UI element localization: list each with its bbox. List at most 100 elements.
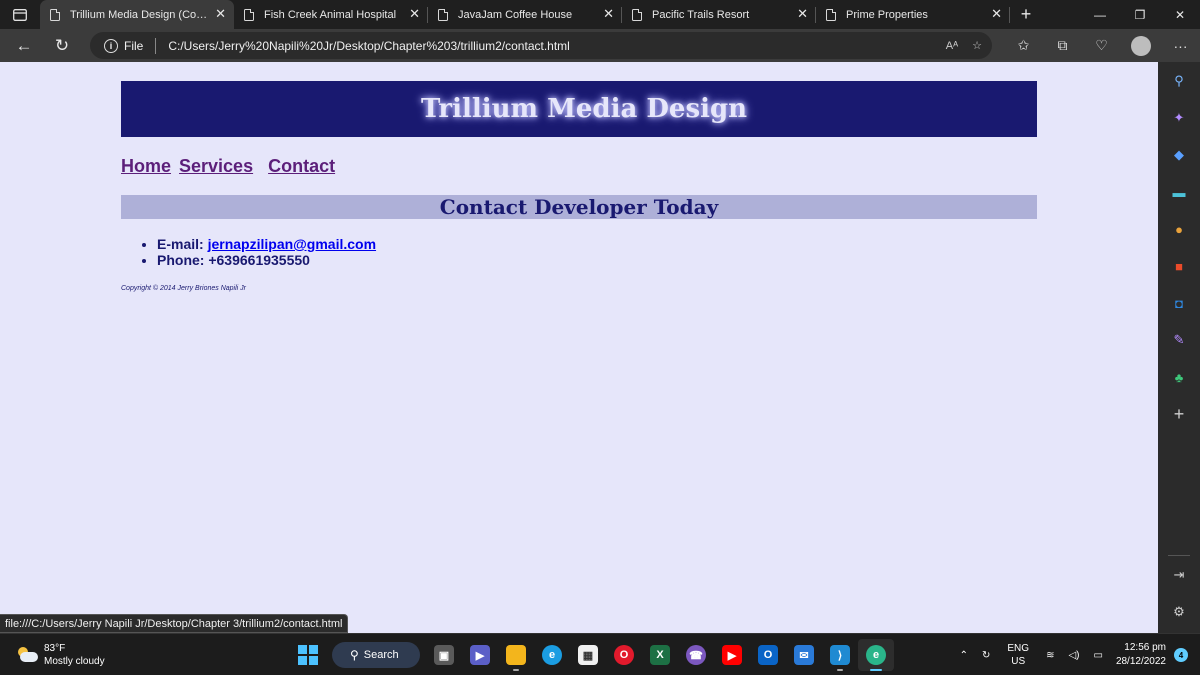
profile-avatar[interactable] [1131, 35, 1151, 56]
taskbar-apps: ⚲ Search ▣ ▶ e ▦ O X ☎ ▶ O ✉ ⟩ e [290, 639, 894, 671]
collections-icon: ⧉ [1057, 37, 1068, 53]
outlook-button[interactable]: O [750, 639, 786, 671]
edge-dev-icon: e [866, 645, 886, 665]
add-icon[interactable]: + [1171, 404, 1187, 424]
chevron-up-icon[interactable]: ⌃ [960, 650, 968, 661]
drop-icon[interactable]: ✎ [1171, 332, 1187, 348]
teams-chat-button[interactable]: ▶ [462, 639, 498, 671]
clock-time: 12:56 pm [1124, 642, 1166, 653]
tab-pacific-trails[interactable]: Pacific Trails Resort ✕ [622, 0, 816, 29]
clock-date: 28/12/2022 [1115, 656, 1166, 667]
close-tab-icon[interactable]: ✕ [603, 6, 614, 22]
search-icon: ⚲ [350, 648, 359, 662]
search-icon[interactable]: ⚲ [1171, 73, 1187, 89]
restore-button[interactable]: ❐ [1120, 0, 1160, 29]
toolbar-actions: ✩ ⧉ ♡ ··· [1004, 29, 1200, 62]
viber-icon: ☎ [686, 645, 706, 665]
close-tab-icon[interactable]: ✕ [797, 6, 808, 22]
nav-link-services[interactable]: Services [179, 156, 253, 180]
address-bar-actions: Aᴬ ☆ [946, 32, 982, 59]
task-view-button[interactable]: ▣ [426, 639, 462, 671]
vscode-button[interactable]: ⟩ [822, 639, 858, 671]
settings-icon[interactable]: ⚙ [1171, 604, 1187, 620]
page-icon [438, 8, 448, 21]
tab-label: Pacific Trails Resort [652, 8, 750, 21]
close-tab-icon[interactable]: ✕ [215, 6, 226, 22]
opera-button[interactable]: O [606, 639, 642, 671]
favorites-icon: ✩ [1017, 37, 1030, 53]
sidebar-divider [1168, 555, 1190, 556]
outlook-icon[interactable]: ◘ [1171, 295, 1187, 311]
url-text[interactable]: C:/Users/Jerry%20Napili%20Jr/Desktop/Cha… [168, 39, 569, 53]
plus-icon: + [1020, 4, 1032, 24]
edge-dev-button[interactable]: e [858, 639, 894, 671]
weather-temp: 83°F [44, 643, 66, 654]
list-item-phone: Phone: +639661935550 [157, 252, 1037, 268]
volume-icon[interactable]: ◁) [1068, 650, 1079, 661]
read-aloud-icon[interactable]: Aᴬ [946, 40, 958, 52]
search-label: Search [363, 649, 399, 661]
refresh-button[interactable]: ↻ [43, 29, 81, 62]
edge-button[interactable]: e [534, 639, 570, 671]
nav-link-home[interactable]: Home [121, 156, 171, 180]
settings-menu-button[interactable]: ··· [1161, 38, 1200, 54]
tab-label: Prime Properties [846, 8, 928, 21]
favorites-button[interactable]: ✩ [1004, 37, 1043, 54]
tab-fish-creek[interactable]: Fish Creek Animal Hospital ✕ [234, 0, 428, 29]
info-icon[interactable]: i [104, 38, 118, 53]
close-window-button[interactable]: ✕ [1160, 0, 1200, 29]
battery-icon[interactable]: ▭ [1093, 650, 1102, 661]
task-view-icon: ▣ [434, 645, 454, 665]
tab-javajam[interactable]: JavaJam Coffee House ✕ [428, 0, 622, 29]
scheme-label: File [124, 38, 144, 53]
site-header: Trillium Media Design [121, 81, 1037, 137]
language-indicator[interactable]: ENG US [1007, 642, 1029, 668]
close-tab-icon[interactable]: ✕ [409, 6, 420, 22]
excel-icon: X [650, 645, 670, 665]
mail-icon: ✉ [794, 645, 814, 665]
tree-icon[interactable]: ♣ [1171, 369, 1187, 385]
wifi-icon[interactable]: ≋ [1046, 650, 1054, 661]
language-code: ENG [1007, 643, 1030, 654]
phone-value: +639661935550 [208, 252, 310, 268]
page-viewport: Trillium Media Design Home Services Cont… [0, 62, 1158, 633]
more-icon: ··· [1173, 37, 1188, 54]
new-tab-button[interactable]: + [1010, 0, 1042, 29]
minimize-button[interactable]: — [1080, 0, 1120, 29]
sync-icon[interactable]: ↻ [982, 650, 990, 661]
copilot-icon[interactable]: ✦ [1171, 110, 1187, 126]
close-tab-icon[interactable]: ✕ [991, 6, 1002, 22]
address-bar[interactable]: i File C:/Users/Jerry%20Napili%20Jr/Desk… [90, 32, 992, 59]
clock[interactable]: 12:56 pm 28/12/2022 [1116, 641, 1166, 669]
weather-condition: Mostly cloudy [44, 656, 105, 667]
windows-start-icon [298, 645, 318, 665]
start-button[interactable] [290, 639, 326, 671]
games-icon[interactable]: ● [1171, 221, 1187, 237]
collections-button[interactable]: ⧉ [1043, 37, 1082, 54]
mail-button[interactable]: ✉ [786, 639, 822, 671]
nav-link-contact[interactable]: Contact [268, 156, 335, 180]
add-favorite-icon[interactable]: ☆ [972, 39, 982, 52]
tools-icon[interactable]: ▬ [1171, 184, 1187, 200]
tab-prime-properties[interactable]: Prime Properties ✕ [816, 0, 1010, 29]
tab-actions-button[interactable] [0, 0, 40, 29]
taskbar-search[interactable]: ⚲ Search [332, 642, 420, 668]
region-code: US [1011, 656, 1026, 667]
weather-widget[interactable]: 83°F Mostly cloudy [16, 642, 105, 668]
tab-trillium[interactable]: Trillium Media Design (Conta ✕ [40, 0, 234, 29]
split-screen-icon[interactable]: ⇥ [1171, 567, 1187, 583]
shopping-tag-icon[interactable]: ◆ [1171, 147, 1187, 163]
email-link[interactable]: jernapzilipan@gmail.com [208, 236, 376, 252]
back-button[interactable]: ← [5, 29, 43, 62]
copyright-text: Copyright © 2014 Jerry Briones Napili Jr [121, 285, 246, 292]
teams-chat-icon: ▶ [470, 645, 490, 665]
viber-button[interactable]: ☎ [678, 639, 714, 671]
notification-badge[interactable]: 4 [1174, 648, 1188, 662]
back-arrow-icon: ← [15, 35, 33, 55]
store-button[interactable]: ▦ [570, 639, 606, 671]
excel-button[interactable]: X [642, 639, 678, 671]
file-explorer-button[interactable] [498, 639, 534, 671]
youtube-button[interactable]: ▶ [714, 639, 750, 671]
office-icon[interactable]: ■ [1171, 258, 1187, 274]
browser-essentials-button[interactable]: ♡ [1082, 37, 1121, 54]
